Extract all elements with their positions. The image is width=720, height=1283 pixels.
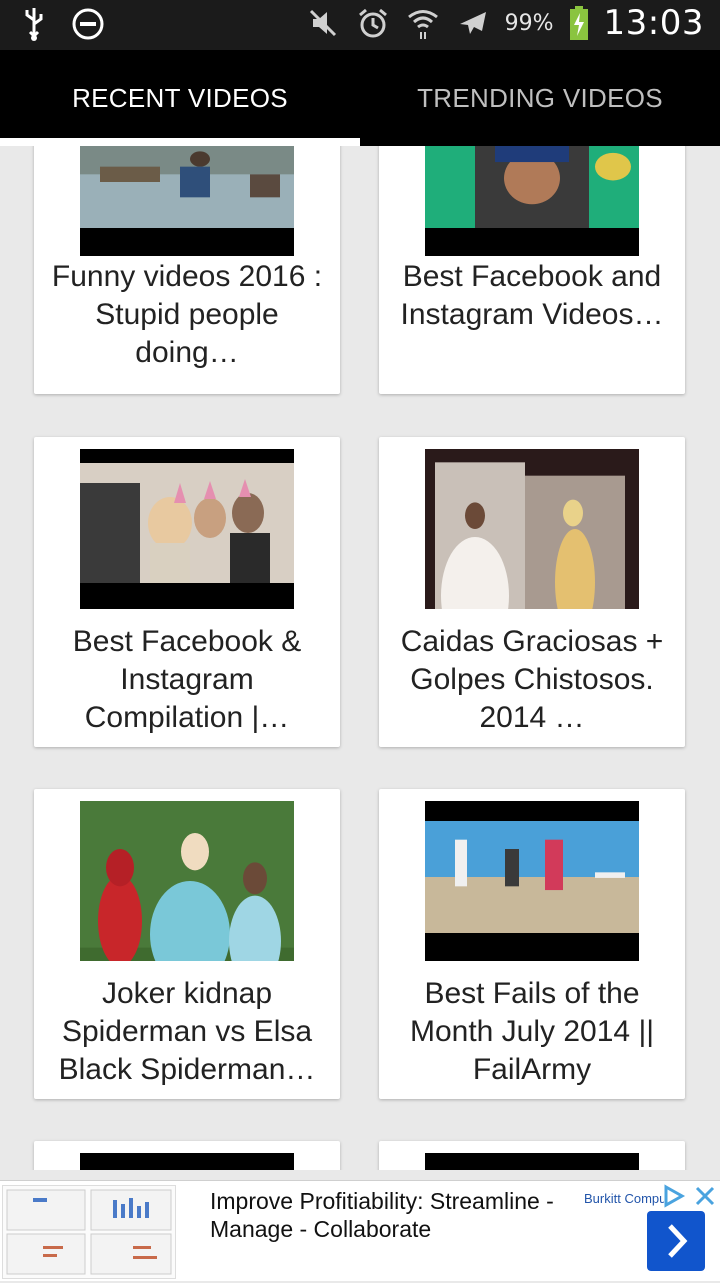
video-card[interactable]: Funny videos 2016 : Stupid people doing… bbox=[34, 146, 340, 394]
video-title: Best Fails of the Month July 2014 || Fai… bbox=[409, 977, 655, 1086]
video-card[interactable]: Best Facebook and Instagram Videos… bbox=[379, 146, 685, 394]
status-bar: 99% 13:03 bbox=[0, 0, 720, 50]
close-icon[interactable] bbox=[694, 1184, 716, 1208]
ad-banner[interactable]: Improve Profitiability: Streamline - Man… bbox=[0, 1180, 720, 1281]
mute-icon bbox=[305, 5, 341, 41]
video-title: Best Facebook & Instagram Compilation |… bbox=[72, 625, 302, 734]
video-thumbnail bbox=[425, 801, 639, 961]
do-not-disturb-icon bbox=[70, 6, 106, 42]
video-grid[interactable]: Funny videos 2016 : Stupid people doing…… bbox=[0, 146, 720, 1170]
clock: 13:03 bbox=[603, 3, 704, 43]
alarm-icon bbox=[355, 5, 391, 41]
tab-trending-videos[interactable]: TRENDING VIDEOS bbox=[360, 50, 720, 146]
video-card[interactable]: Best Facebook & Instagram Compilation |… bbox=[34, 437, 340, 747]
battery-percent: 99% bbox=[504, 10, 554, 36]
video-card[interactable]: Joker kidnap Spiderman vs Elsa Black Spi… bbox=[34, 789, 340, 1099]
ad-image bbox=[2, 1185, 176, 1279]
ad-choices-icon[interactable] bbox=[660, 1184, 688, 1208]
ad-headline[interactable]: Improve Profitiability: Streamline - Man… bbox=[210, 1187, 570, 1243]
video-thumbnail bbox=[80, 449, 294, 609]
tab-indicator bbox=[0, 138, 360, 146]
video-card[interactable] bbox=[379, 1141, 685, 1170]
ad-brand[interactable]: Burkitt Compu bbox=[584, 1191, 664, 1206]
usb-icon bbox=[16, 6, 52, 42]
ad-open-button[interactable] bbox=[646, 1210, 706, 1272]
tab-bar: RECENT VIDEOS TRENDING VIDEOS bbox=[0, 50, 720, 146]
battery-charging-icon bbox=[568, 5, 590, 41]
video-thumbnail bbox=[80, 1153, 294, 1170]
video-title: Caidas Graciosas + Golpes Chistosos. 201… bbox=[400, 625, 664, 734]
video-card[interactable]: Best Fails of the Month July 2014 || Fai… bbox=[379, 789, 685, 1099]
video-thumbnail bbox=[80, 801, 294, 961]
airplane-mode-icon bbox=[455, 5, 491, 41]
wifi-icon bbox=[405, 5, 441, 41]
video-title: Best Facebook and Instagram Videos… bbox=[400, 260, 664, 331]
video-title: Funny videos 2016 : Stupid people doing… bbox=[51, 260, 323, 369]
video-thumbnail bbox=[425, 449, 639, 609]
video-card[interactable] bbox=[34, 1141, 340, 1170]
video-title: Joker kidnap Spiderman vs Elsa Black Spi… bbox=[58, 977, 316, 1086]
video-card[interactable]: Caidas Graciosas + Golpes Chistosos. 201… bbox=[379, 437, 685, 747]
tab-recent-videos[interactable]: RECENT VIDEOS bbox=[0, 50, 360, 146]
video-thumbnail bbox=[425, 1153, 639, 1170]
video-thumbnail bbox=[80, 146, 294, 256]
video-thumbnail bbox=[425, 146, 639, 256]
